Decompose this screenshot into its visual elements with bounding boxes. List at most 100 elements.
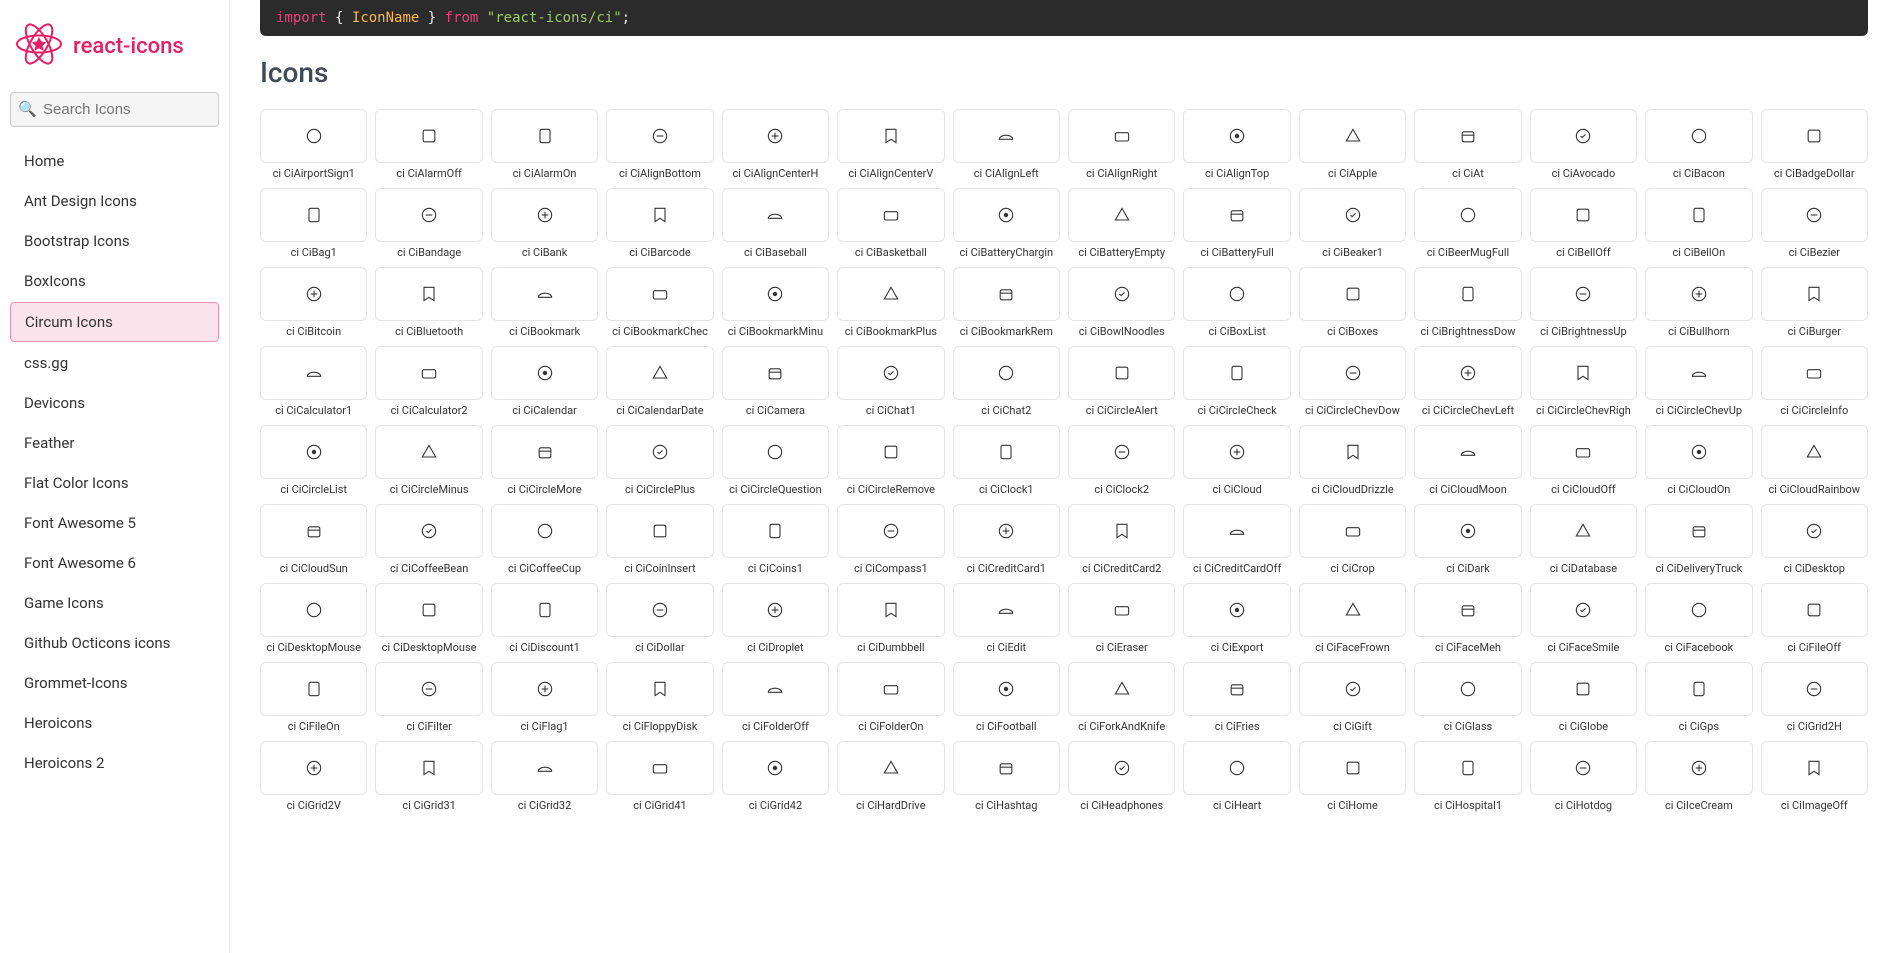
icon-cell-ci-CiGlobe[interactable]: ci CiGlobe: [1530, 662, 1637, 733]
icon-cell-ci-CiCloudDrizzle[interactable]: ci CiCloudDrizzle: [1299, 425, 1406, 496]
icon-cell-ci-CiDroplet[interactable]: ci CiDroplet: [722, 583, 829, 654]
icon-cell-ci-CiGrid32[interactable]: ci CiGrid32: [491, 741, 598, 812]
icon-cell-ci-CiFaceFrown[interactable]: ci CiFaceFrown: [1299, 583, 1406, 654]
icon-cell-ci-CiFootball[interactable]: ci CiFootball: [953, 662, 1060, 733]
nav-item-flat-color-icons[interactable]: Flat Color Icons: [10, 464, 219, 502]
icon-cell-ci-CiGift[interactable]: ci CiGift: [1299, 662, 1406, 733]
icon-cell-ci-CiBacon[interactable]: ci CiBacon: [1645, 109, 1752, 180]
icon-cell-ci-CiCircleChevDow[interactable]: ci CiCircleChevDow: [1299, 346, 1406, 417]
icon-cell-ci-CiBellOff[interactable]: ci CiBellOff: [1530, 188, 1637, 259]
icon-cell-ci-CiDesktopMouse[interactable]: ci CiDesktopMouse: [260, 583, 367, 654]
icon-cell-ci-CiBatteryFull[interactable]: ci CiBatteryFull: [1183, 188, 1290, 259]
icon-cell-ci-CiDatabase[interactable]: ci CiDatabase: [1530, 504, 1637, 575]
icon-cell-ci-CiDumbbell[interactable]: ci CiDumbbell: [837, 583, 944, 654]
icon-cell-ci-CiHashtag[interactable]: ci CiHashtag: [953, 741, 1060, 812]
icon-cell-ci-CiAlignTop[interactable]: ci CiAlignTop: [1183, 109, 1290, 180]
icon-cell-ci-CiFloppyDisk[interactable]: ci CiFloppyDisk: [606, 662, 713, 733]
icon-cell-ci-CiGrid42[interactable]: ci CiGrid42: [722, 741, 829, 812]
icon-cell-ci-CiFaceMeh[interactable]: ci CiFaceMeh: [1414, 583, 1521, 654]
icon-cell-ci-CiAirportSign1[interactable]: ci CiAirportSign1: [260, 109, 367, 180]
icon-cell-ci-CiDesktopMouse[interactable]: ci CiDesktopMouse: [375, 583, 482, 654]
icon-cell-ci-CiDesktop[interactable]: ci CiDesktop: [1761, 504, 1868, 575]
icon-cell-ci-CiCircleChevLeft[interactable]: ci CiCircleChevLeft: [1414, 346, 1521, 417]
icon-cell-ci-CiEraser[interactable]: ci CiEraser: [1068, 583, 1175, 654]
icon-cell-ci-CiGrid31[interactable]: ci CiGrid31: [375, 741, 482, 812]
icon-cell-ci-CiBookmarkChec[interactable]: ci CiBookmarkChec: [606, 267, 713, 338]
icon-cell-ci-CiCompass1[interactable]: ci CiCompass1: [837, 504, 944, 575]
icon-cell-ci-CiBluetooth[interactable]: ci CiBluetooth: [375, 267, 482, 338]
icon-cell-ci-CiAlignCenterH[interactable]: ci CiAlignCenterH: [722, 109, 829, 180]
icon-cell-ci-CiClock1[interactable]: ci CiClock1: [953, 425, 1060, 496]
icon-cell-ci-CiCoins1[interactable]: ci CiCoins1: [722, 504, 829, 575]
icon-cell-ci-CiAlarmOn[interactable]: ci CiAlarmOn: [491, 109, 598, 180]
icon-cell-ci-CiCoinInsert[interactable]: ci CiCoinInsert: [606, 504, 713, 575]
icon-cell-ci-CiBurger[interactable]: ci CiBurger: [1761, 267, 1868, 338]
icon-cell-ci-CiBaseball[interactable]: ci CiBaseball: [722, 188, 829, 259]
icon-cell-ci-CiBoxList[interactable]: ci CiBoxList: [1183, 267, 1290, 338]
icon-cell-ci-CiCalculator1[interactable]: ci CiCalculator1: [260, 346, 367, 417]
icon-cell-ci-CiCoffeeCup[interactable]: ci CiCoffeeCup: [491, 504, 598, 575]
nav-item-heroicons[interactable]: Heroicons: [10, 704, 219, 742]
icon-cell-ci-CiFolderOn[interactable]: ci CiFolderOn: [837, 662, 944, 733]
icon-cell-ci-CiCrop[interactable]: ci CiCrop: [1299, 504, 1406, 575]
nav-item-font-awesome-6[interactable]: Font Awesome 6: [10, 544, 219, 582]
icon-cell-ci-CiCloudOff[interactable]: ci CiCloudOff: [1530, 425, 1637, 496]
icon-cell-ci-CiCircleCheck[interactable]: ci CiCircleCheck: [1183, 346, 1290, 417]
icon-cell-ci-CiBitcoin[interactable]: ci CiBitcoin: [260, 267, 367, 338]
icon-cell-ci-CiBookmarkPlus[interactable]: ci CiBookmarkPlus: [837, 267, 944, 338]
icon-cell-ci-CiFaceSmile[interactable]: ci CiFaceSmile: [1530, 583, 1637, 654]
icon-cell-ci-CiBrightnessDow[interactable]: ci CiBrightnessDow: [1414, 267, 1521, 338]
nav-item-css-gg[interactable]: css.gg: [10, 344, 219, 382]
icon-cell-ci-CiDark[interactable]: ci CiDark: [1414, 504, 1521, 575]
icon-cell-ci-CiForkAndKnife[interactable]: ci CiForkAndKnife: [1068, 662, 1175, 733]
icon-cell-ci-CiBarcode[interactable]: ci CiBarcode: [606, 188, 713, 259]
icon-cell-ci-CiCalendar[interactable]: ci CiCalendar: [491, 346, 598, 417]
icon-cell-ci-CiHeart[interactable]: ci CiHeart: [1183, 741, 1290, 812]
icon-cell-ci-CiCloudSun[interactable]: ci CiCloudSun: [260, 504, 367, 575]
icon-cell-ci-CiCloudMoon[interactable]: ci CiCloudMoon: [1414, 425, 1521, 496]
icon-cell-ci-CiAlignCenterV[interactable]: ci CiAlignCenterV: [837, 109, 944, 180]
icon-cell-ci-CiCircleChevUp[interactable]: ci CiCircleChevUp: [1645, 346, 1752, 417]
icon-cell-ci-CiBag1[interactable]: ci CiBag1: [260, 188, 367, 259]
icon-cell-ci-CiCircleList[interactable]: ci CiCircleList: [260, 425, 367, 496]
icon-cell-ci-CiChat1[interactable]: ci CiChat1: [837, 346, 944, 417]
icon-cell-ci-CiAlarmOff[interactable]: ci CiAlarmOff: [375, 109, 482, 180]
icon-cell-ci-CiIceCream[interactable]: ci CiIceCream: [1645, 741, 1752, 812]
icon-cell-ci-CiBookmarkMinu[interactable]: ci CiBookmarkMinu: [722, 267, 829, 338]
nav-item-font-awesome-5[interactable]: Font Awesome 5: [10, 504, 219, 542]
icon-cell-ci-CiBasketball[interactable]: ci CiBasketball: [837, 188, 944, 259]
icon-cell-ci-CiBowlNoodles[interactable]: ci CiBowlNoodles: [1068, 267, 1175, 338]
icon-cell-ci-CiHotdog[interactable]: ci CiHotdog: [1530, 741, 1637, 812]
icon-cell-ci-CiImageOff[interactable]: ci CiImageOff: [1761, 741, 1868, 812]
icon-cell-ci-CiAt[interactable]: ci CiAt: [1414, 109, 1521, 180]
icon-cell-ci-CiCamera[interactable]: ci CiCamera: [722, 346, 829, 417]
nav-item-boxicons[interactable]: BoxIcons: [10, 262, 219, 300]
icon-cell-ci-CiHome[interactable]: ci CiHome: [1299, 741, 1406, 812]
search-input[interactable]: [10, 92, 219, 127]
icon-cell-ci-CiBatteryEmpty[interactable]: ci CiBatteryEmpty: [1068, 188, 1175, 259]
nav-item-circum-icons[interactable]: Circum Icons: [10, 302, 219, 342]
icon-cell-ci-CiHardDrive[interactable]: ci CiHardDrive: [837, 741, 944, 812]
icon-cell-ci-CiCircleRemove[interactable]: ci CiCircleRemove: [837, 425, 944, 496]
icon-cell-ci-CiGrid2H[interactable]: ci CiGrid2H: [1761, 662, 1868, 733]
icon-cell-ci-CiFacebook[interactable]: ci CiFacebook: [1645, 583, 1752, 654]
icon-cell-ci-CiBeerMugFull[interactable]: ci CiBeerMugFull: [1414, 188, 1521, 259]
nav-item-github-octicons-icons[interactable]: Github Octicons icons: [10, 624, 219, 662]
nav-item-ant-design-icons[interactable]: Ant Design Icons: [10, 182, 219, 220]
icon-cell-ci-CiGlass[interactable]: ci CiGlass: [1414, 662, 1521, 733]
icon-cell-ci-CiGrid41[interactable]: ci CiGrid41: [606, 741, 713, 812]
brand-row[interactable]: react-icons: [10, 10, 219, 92]
icon-cell-ci-CiBatteryChargin[interactable]: ci CiBatteryChargin: [953, 188, 1060, 259]
icon-cell-ci-CiAvocado[interactable]: ci CiAvocado: [1530, 109, 1637, 180]
icon-cell-ci-CiCreditCard2[interactable]: ci CiCreditCard2: [1068, 504, 1175, 575]
icon-cell-ci-CiDollar[interactable]: ci CiDollar: [606, 583, 713, 654]
icon-cell-ci-CiDiscount1[interactable]: ci CiDiscount1: [491, 583, 598, 654]
icon-cell-ci-CiFlag1[interactable]: ci CiFlag1: [491, 662, 598, 733]
icon-cell-ci-CiChat2[interactable]: ci CiChat2: [953, 346, 1060, 417]
icon-cell-ci-CiCloudOn[interactable]: ci CiCloudOn: [1645, 425, 1752, 496]
icon-cell-ci-CiBrightnessUp[interactable]: ci CiBrightnessUp: [1530, 267, 1637, 338]
nav-item-game-icons[interactable]: Game Icons: [10, 584, 219, 622]
icon-cell-ci-CiAlignBottom[interactable]: ci CiAlignBottom: [606, 109, 713, 180]
icon-cell-ci-CiCircleInfo[interactable]: ci CiCircleInfo: [1761, 346, 1868, 417]
icon-cell-ci-CiApple[interactable]: ci CiApple: [1299, 109, 1406, 180]
